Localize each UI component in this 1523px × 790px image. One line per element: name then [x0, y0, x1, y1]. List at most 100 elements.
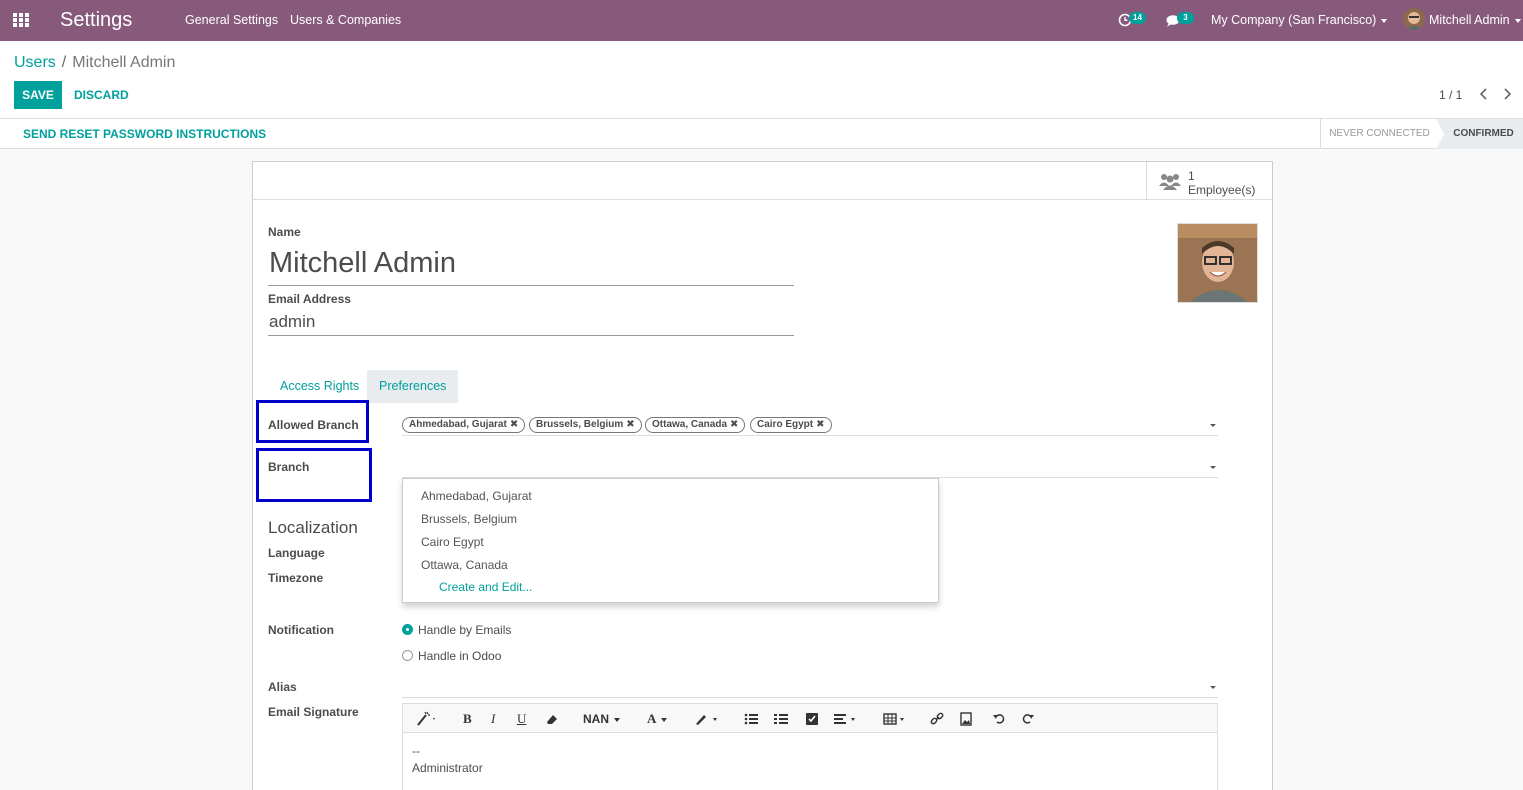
- menu-users-companies[interactable]: Users & Companies: [290, 13, 401, 27]
- font-size-dropdown[interactable]: NAN: [583, 710, 620, 728]
- close-icon[interactable]: ✖: [730, 419, 738, 430]
- notification-label: Notification: [268, 623, 334, 637]
- alias-label: Alias: [268, 680, 297, 694]
- font-color-icon[interactable]: A: [647, 710, 668, 728]
- tab-preferences[interactable]: Preferences: [367, 370, 459, 403]
- radio-label-odoo[interactable]: Handle in Odoo: [418, 649, 501, 663]
- radio-handle-in-odoo[interactable]: [402, 650, 413, 661]
- dropdown-option[interactable]: Brussels, Belgium: [421, 512, 517, 526]
- breadcrumb-users[interactable]: Users: [14, 54, 56, 71]
- save-button[interactable]: SAVE: [14, 81, 62, 109]
- name-field[interactable]: [268, 242, 794, 286]
- font-size-value: NAN: [583, 712, 609, 726]
- pager-previous-icon[interactable]: [1476, 85, 1492, 103]
- branch-highlight: [256, 448, 372, 502]
- tag-ahmedabad[interactable]: Ahmedabad, Gujarat ✖: [402, 417, 526, 433]
- company-name: My Company (San Francisco): [1211, 13, 1377, 27]
- radio-label-emails[interactable]: Handle by Emails: [418, 623, 511, 637]
- send-reset-password-button[interactable]: SEND RESET PASSWORD INSTRUCTIONS: [23, 127, 266, 141]
- radio-handle-by-emails[interactable]: [402, 624, 413, 635]
- bold-icon[interactable]: B: [463, 710, 472, 728]
- chevron-down-icon: [1514, 18, 1521, 23]
- allowed-branch-field[interactable]: Ahmedabad, Gujarat ✖ Brussels, Belgium ✖ O…: [402, 412, 1218, 436]
- chevron-down-icon: [661, 718, 668, 723]
- tag-label: Cairo Egypt: [757, 419, 814, 430]
- signature-line: Administrator: [412, 761, 483, 775]
- checklist-icon[interactable]: [805, 710, 819, 728]
- bullet-list-icon[interactable]: [744, 710, 758, 728]
- tag-label: Ottawa, Canada: [652, 419, 728, 430]
- top-navbar: Settings General Settings Users & Compan…: [0, 0, 1523, 41]
- underline-icon[interactable]: U: [517, 710, 526, 728]
- chevron-down-icon[interactable]: [1210, 686, 1216, 689]
- branch-field[interactable]: [402, 454, 1218, 478]
- control-panel: Users / Mitchell Admin SAVE DISCARD 1 / 1: [0, 41, 1523, 119]
- align-icon[interactable]: [833, 710, 859, 728]
- form-statusbar: SEND RESET PASSWORD INSTRUCTIONS NEVER C…: [0, 119, 1523, 149]
- menu-general-settings[interactable]: General Settings: [185, 13, 278, 27]
- magic-wand-icon[interactable]: [416, 710, 438, 728]
- name-label: Name: [268, 225, 301, 239]
- discard-button[interactable]: DISCARD: [74, 88, 129, 102]
- table-icon[interactable]: [883, 710, 909, 728]
- numbered-list-icon[interactable]: [774, 710, 788, 728]
- email-signature-label: Email Signature: [268, 705, 359, 719]
- chevron-down-icon: [614, 717, 620, 722]
- app-title[interactable]: Settings: [60, 9, 132, 32]
- dropdown-option[interactable]: Cairo Egypt: [421, 535, 484, 549]
- image-icon[interactable]: [959, 710, 973, 728]
- allowed-branch-label: Allowed Branch: [268, 418, 359, 432]
- messages-badge: 3: [1177, 12, 1194, 24]
- branch-label: Branch: [268, 460, 310, 474]
- pager-next-icon[interactable]: [1500, 85, 1516, 103]
- stage-arrow: [1436, 119, 1444, 149]
- tab-access-rights[interactable]: Access Rights: [268, 370, 371, 403]
- chevron-down-icon[interactable]: [1210, 466, 1216, 469]
- tag-ottawa[interactable]: Ottawa, Canada ✖: [645, 417, 746, 433]
- pager-value[interactable]: 1 / 1: [1439, 88, 1462, 102]
- close-icon[interactable]: ✖: [626, 419, 634, 430]
- activity-badge: 14: [1129, 12, 1146, 24]
- tag-brussels[interactable]: Brussels, Belgium ✖: [529, 417, 642, 433]
- eraser-icon[interactable]: [545, 710, 559, 728]
- undo-icon[interactable]: [992, 710, 1006, 728]
- user-avatar[interactable]: [1403, 8, 1425, 30]
- form-sheet: 1 Employee(s) Name Email Address Access …: [252, 161, 1273, 790]
- breadcrumb-current: Mitchell Admin: [72, 54, 176, 71]
- breadcrumb-separator: /: [61, 54, 67, 71]
- dropdown-option[interactable]: Ottawa, Canada: [421, 558, 508, 572]
- close-icon[interactable]: ✖: [510, 419, 518, 430]
- users-icon: [1159, 172, 1181, 190]
- link-icon[interactable]: [930, 710, 944, 728]
- signature-line: --: [412, 744, 420, 758]
- employees-count: 1: [1188, 169, 1195, 183]
- employees-smart-button[interactable]: 1 Employee(s): [1146, 162, 1272, 200]
- email-label: Email Address: [268, 292, 351, 306]
- timezone-label: Timezone: [268, 571, 324, 585]
- email-field[interactable]: [268, 308, 794, 336]
- stage-never-connected[interactable]: NEVER CONNECTED: [1320, 119, 1438, 149]
- chevron-down-icon: [1381, 18, 1388, 23]
- chevron-down-icon[interactable]: [1210, 424, 1216, 427]
- signature-content[interactable]: -- Administrator: [412, 743, 483, 777]
- redo-icon[interactable]: [1021, 710, 1035, 728]
- editor-toolbar: B I U NAN A: [403, 704, 1217, 733]
- paint-brush-icon[interactable]: [693, 710, 719, 728]
- signature-editor[interactable]: B I U NAN A -- Administrator: [402, 703, 1218, 790]
- tag-cairo[interactable]: Cairo Egypt ✖: [750, 417, 832, 433]
- create-and-edit-option[interactable]: Create and Edit...: [439, 580, 532, 594]
- stage-confirmed[interactable]: CONFIRMED: [1436, 119, 1523, 149]
- user-photo[interactable]: [1177, 223, 1258, 303]
- company-switcher[interactable]: My Company (San Francisco): [1211, 13, 1388, 27]
- close-icon[interactable]: ✖: [816, 419, 824, 430]
- branch-dropdown: Ahmedabad, Gujarat Brussels, Belgium Cai…: [402, 478, 939, 603]
- button-box: 1 Employee(s): [253, 162, 1272, 200]
- breadcrumb: Users / Mitchell Admin: [14, 54, 175, 72]
- employees-label: Employee(s): [1188, 183, 1256, 197]
- user-menu[interactable]: Mitchell Admin: [1429, 13, 1521, 27]
- dropdown-option[interactable]: Ahmedabad, Gujarat: [421, 489, 532, 503]
- italic-icon[interactable]: I: [491, 710, 495, 728]
- apps-menu-icon[interactable]: [13, 13, 31, 28]
- alias-field[interactable]: [402, 674, 1218, 698]
- tag-label: Brussels, Belgium: [536, 419, 624, 430]
